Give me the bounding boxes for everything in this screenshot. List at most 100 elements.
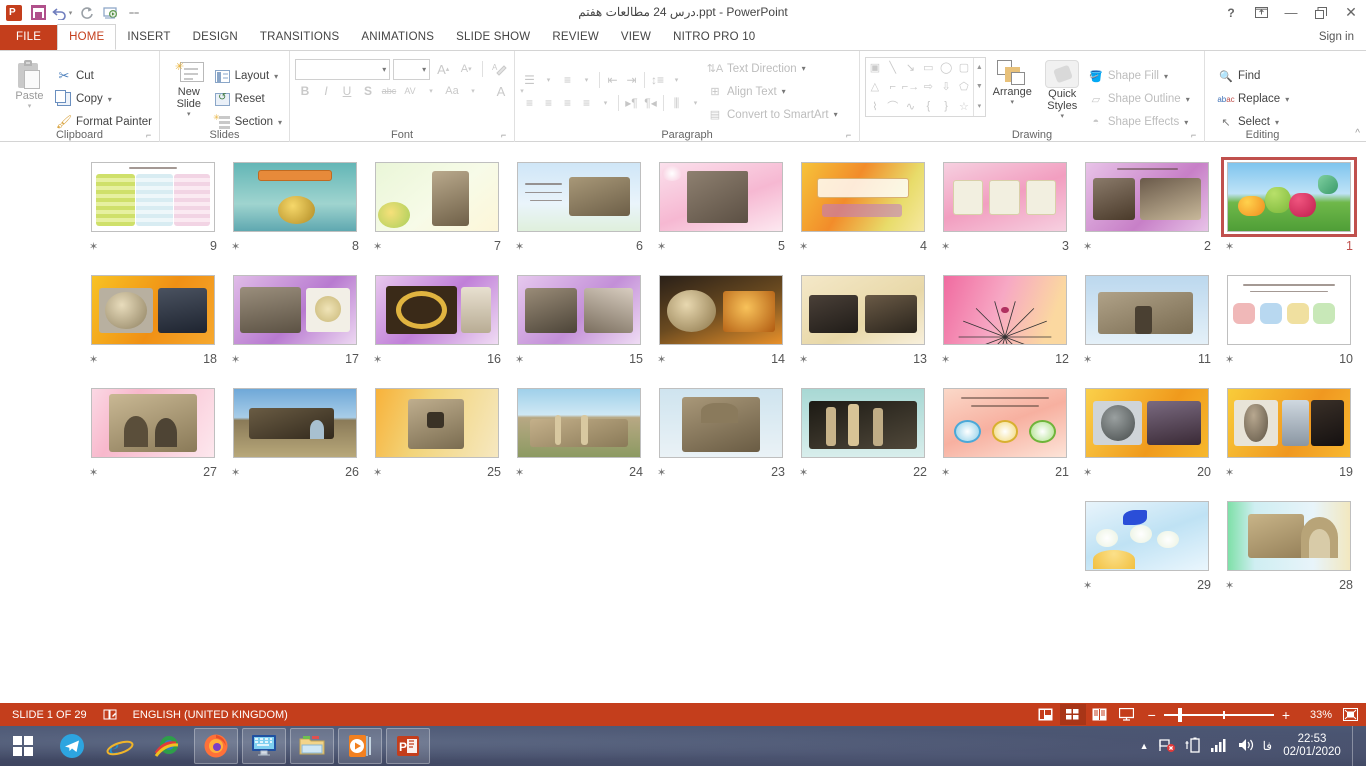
tab-slide-show[interactable]: SLIDE SHOW xyxy=(445,25,541,50)
slide-thumbnail-frame[interactable] xyxy=(795,383,931,463)
shape-rounded-rect-icon[interactable]: ▢ xyxy=(955,58,973,77)
volume-icon[interactable] xyxy=(1237,737,1254,756)
slide-thumbnail-12[interactable]: ✶12 xyxy=(934,267,1076,380)
scroll-up-icon[interactable]: ▲ xyxy=(974,58,985,77)
slide-thumbnail-frame[interactable] xyxy=(937,157,1073,237)
start-button[interactable] xyxy=(0,726,46,766)
slide-thumbnail-frame[interactable] xyxy=(1221,157,1357,237)
file-explorer-taskbar-icon[interactable] xyxy=(290,728,334,764)
show-hidden-icons-button[interactable]: ▲ xyxy=(1140,741,1149,751)
tab-transitions[interactable]: TRANSITIONS xyxy=(249,25,351,50)
slide-thumbnail-frame[interactable] xyxy=(795,157,931,237)
slide-thumbnail-1[interactable]: ✶1 xyxy=(1218,154,1360,267)
slide-sorter-view-button[interactable] xyxy=(1060,704,1086,725)
tab-insert[interactable]: INSERT xyxy=(116,25,181,50)
slide-animation-badge[interactable]: ✶ xyxy=(515,240,524,253)
slide-thumbnail-frame[interactable] xyxy=(1079,383,1215,463)
chevron-down-icon[interactable]: ▾ xyxy=(539,70,558,90)
slide-animation-badge[interactable]: ✶ xyxy=(1225,466,1234,479)
clear-formatting-icon[interactable]: A xyxy=(489,59,509,80)
justify-button[interactable]: ≡ xyxy=(577,93,596,113)
slide-thumbnail-8[interactable]: ✶8 xyxy=(224,154,366,267)
shape-rectangle-icon[interactable]: ▭ xyxy=(919,58,937,77)
slide-animation-badge[interactable]: ✶ xyxy=(657,466,666,479)
replace-button[interactable]: abac Replace ▾ xyxy=(1216,88,1291,111)
slide-thumbnail-17[interactable]: ✶17 xyxy=(224,267,366,380)
align-right-button[interactable]: ≡ xyxy=(558,93,577,113)
shape-textbox-icon[interactable]: ▣ xyxy=(866,58,884,77)
numbering-button[interactable]: ≡ xyxy=(558,70,577,90)
shape-oval-icon[interactable]: ◯ xyxy=(937,58,955,77)
character-spacing-button[interactable]: AV xyxy=(400,81,420,102)
slide-thumbnail-20[interactable]: ✶20 xyxy=(1076,380,1218,493)
shape-outline-button[interactable]: ▱ Shape Outline ▾ xyxy=(1086,88,1199,111)
text-shadow-button[interactable]: S xyxy=(358,81,378,102)
slide-thumbnail-29[interactable]: ✶29 xyxy=(1076,493,1218,606)
slide-animation-badge[interactable]: ✶ xyxy=(1083,240,1092,253)
slide-thumbnail-18[interactable]: ✶18 xyxy=(82,267,224,380)
tab-review[interactable]: REVIEW xyxy=(541,25,610,50)
signal-bars-icon[interactable] xyxy=(1210,737,1228,756)
reset-button[interactable]: Reset xyxy=(213,88,284,111)
slide-thumbnail-11[interactable]: ✶11 xyxy=(1076,267,1218,380)
paragraph-dialog-launcher[interactable]: ⌐ xyxy=(846,130,856,140)
slide-animation-badge[interactable]: ✶ xyxy=(89,466,98,479)
decrease-font-size-button[interactable]: A▾ xyxy=(456,59,476,80)
shape-fill-button[interactable]: 🪣 Shape Fill ▾ xyxy=(1086,65,1199,88)
slide-show-button[interactable] xyxy=(1114,704,1140,725)
fit-slide-to-window-icon[interactable] xyxy=(1338,704,1362,725)
columns-button[interactable]: ⫼ xyxy=(667,93,686,113)
align-text-button[interactable]: ⊞ Align Text ▾ xyxy=(705,80,854,103)
slide-animation-badge[interactable]: ✶ xyxy=(941,466,950,479)
slide-thumbnail-14[interactable]: ✶14 xyxy=(650,267,792,380)
start-slideshow-icon[interactable] xyxy=(99,2,121,23)
scroll-down-icon[interactable]: ▼ xyxy=(974,77,985,96)
shape-arc-icon[interactable]: ⌒ xyxy=(884,97,902,116)
chevron-down-icon[interactable]: ▾ xyxy=(596,93,615,113)
underline-button[interactable]: U xyxy=(337,81,357,102)
copy-button[interactable]: Copy ▾ xyxy=(54,88,154,111)
slide-thumbnail-frame[interactable] xyxy=(85,270,221,350)
slide-thumbnail-frame[interactable] xyxy=(1221,496,1357,576)
chevron-down-icon[interactable]: ▾ xyxy=(421,81,441,102)
slide-thumbnail-19[interactable]: ✶19 xyxy=(1218,380,1360,493)
slide-thumbnail-frame[interactable] xyxy=(85,157,221,237)
save-icon[interactable] xyxy=(27,2,49,23)
slide-thumbnail-frame[interactable] xyxy=(369,383,505,463)
customize-qat-icon[interactable]: ⩵ xyxy=(123,2,145,23)
shape-right-brace-icon[interactable]: } xyxy=(937,97,955,116)
network-error-icon[interactable] xyxy=(1158,737,1176,756)
increase-font-size-button[interactable]: A▴ xyxy=(433,59,453,80)
slide-thumbnail-frame[interactable] xyxy=(937,270,1073,350)
rtl-direction-button[interactable]: ¶◂ xyxy=(641,93,660,113)
tab-home[interactable]: HOME xyxy=(57,24,116,50)
italic-button[interactable]: I xyxy=(316,81,336,102)
slide-thumbnail-16[interactable]: ✶16 xyxy=(366,267,508,380)
minimize-button[interactable]: — xyxy=(1276,0,1306,25)
slide-thumbnail-13[interactable]: ✶13 xyxy=(792,267,934,380)
shape-arrow-icon[interactable]: ↘ xyxy=(902,58,920,77)
slide-animation-badge[interactable]: ✶ xyxy=(373,353,382,366)
show-desktop-button[interactable] xyxy=(1352,726,1360,766)
ltr-direction-button[interactable]: ▸¶ xyxy=(622,93,641,113)
internet-download-manager-taskbar-icon[interactable] xyxy=(146,728,190,764)
help-button[interactable]: ? xyxy=(1216,0,1246,25)
slide-thumbnail-frame[interactable] xyxy=(795,270,931,350)
font-dialog-launcher[interactable]: ⌐ xyxy=(501,130,511,140)
slide-thumbnail-frame[interactable] xyxy=(369,270,505,350)
telegram-taskbar-icon[interactable] xyxy=(50,728,94,764)
convert-to-smartart-button[interactable]: ▤ Convert to SmartArt ▾ xyxy=(705,103,854,126)
shape-elbow-icon[interactable]: ⌐ xyxy=(884,77,902,96)
slide-thumbnail-frame[interactable] xyxy=(1079,496,1215,576)
shapes-gallery[interactable]: ▣ ╲ ↘ ▭ ◯ ▢ △ ⌐ ⌐→ ⇨ ⇩ ⬠ ⌇ ⌒ ∿ { } xyxy=(865,57,986,117)
decrease-indent-button[interactable]: ⇤ xyxy=(603,70,622,90)
font-color-button[interactable]: A xyxy=(491,81,511,102)
slide-sorter-pane[interactable]: ✶1 ✶2 ✶3 ✶4 ✶5 ✶6 ✶7 ✶8 ✶9 ✶10 ✶11 ✶12 ✶… xyxy=(0,142,1366,703)
tab-animations[interactable]: ANIMATIONS xyxy=(350,25,445,50)
collapse-ribbon-button[interactable]: ^ xyxy=(1355,128,1360,139)
slide-thumbnail-frame[interactable] xyxy=(511,270,647,350)
slide-animation-badge[interactable]: ✶ xyxy=(941,240,950,253)
shape-left-brace-icon[interactable]: { xyxy=(919,97,937,116)
shape-right-arrow-icon[interactable]: ⇨ xyxy=(919,77,937,96)
find-button[interactable]: 🔍 Find xyxy=(1216,65,1291,88)
